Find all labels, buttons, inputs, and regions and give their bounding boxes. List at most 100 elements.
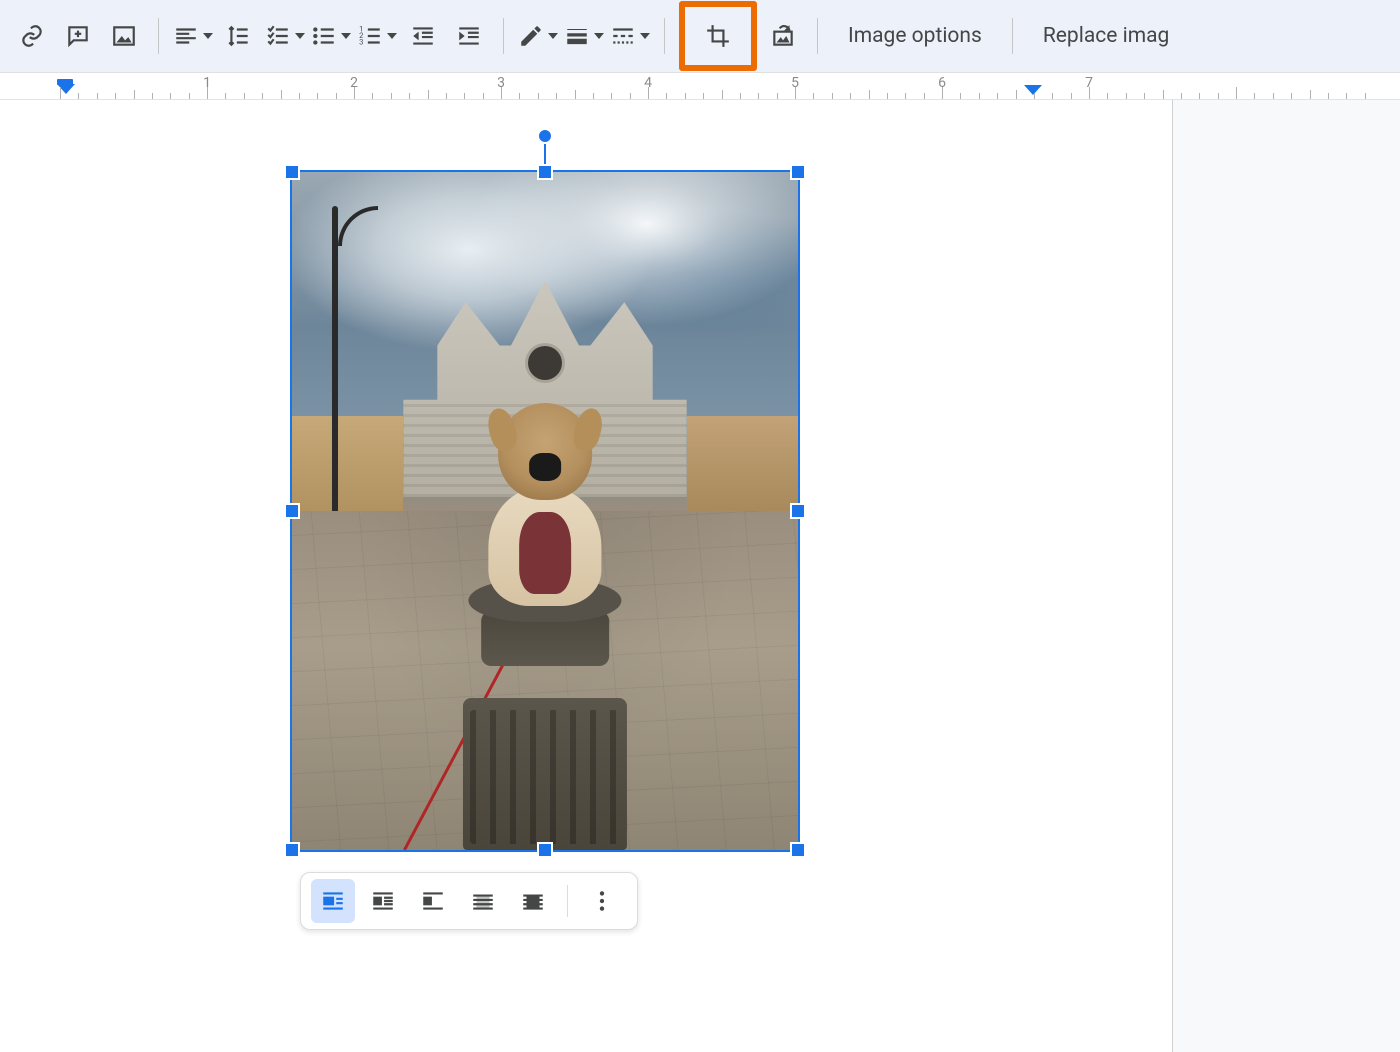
chevron-down-icon xyxy=(548,33,558,39)
line-spacing-button[interactable] xyxy=(217,14,261,58)
ruler-tick xyxy=(1181,93,1182,99)
resize-handle-l[interactable] xyxy=(284,503,300,519)
ruler-tick xyxy=(666,93,667,99)
ruler-number: 1 xyxy=(203,75,211,91)
ruler-tick xyxy=(464,93,465,99)
ruler-tick xyxy=(134,90,135,99)
more-layout-options-button[interactable] xyxy=(580,879,624,923)
ruler-tick xyxy=(758,93,759,99)
ruler-tick xyxy=(832,93,833,99)
ruler-tick xyxy=(740,93,741,99)
ruler-tick xyxy=(483,93,484,99)
wrap-text-icon xyxy=(370,888,396,914)
ruler-tick xyxy=(1236,87,1237,99)
ruler-tick xyxy=(170,93,171,99)
ruler-tick xyxy=(519,93,520,99)
resize-handle-b[interactable] xyxy=(537,842,553,858)
separator xyxy=(817,18,818,54)
ruler-tick xyxy=(1126,93,1127,99)
add-comment-button[interactable] xyxy=(56,14,100,58)
reset-image-icon xyxy=(770,23,796,49)
checklist-icon xyxy=(265,23,291,49)
ruler-tick xyxy=(189,93,190,99)
ruler-tick xyxy=(703,93,704,99)
wrap-front-button[interactable] xyxy=(511,879,555,923)
checklist-button[interactable] xyxy=(263,14,307,58)
wrap-behind-button[interactable] xyxy=(461,879,505,923)
ruler-tick xyxy=(409,93,410,99)
align-button[interactable] xyxy=(171,14,215,58)
ruler-tick xyxy=(1328,93,1329,99)
ruler-tick xyxy=(556,93,557,99)
wrap-break-button[interactable] xyxy=(411,879,455,923)
ruler-tick xyxy=(685,93,686,99)
ruler-tick xyxy=(1199,93,1200,99)
ruler-tick xyxy=(428,90,429,99)
ruler-tick xyxy=(538,93,539,99)
image-icon xyxy=(111,23,137,49)
ruler-tick xyxy=(960,93,961,99)
separator xyxy=(1012,18,1013,54)
image-options-button[interactable]: Image options xyxy=(830,14,1000,58)
image-content xyxy=(292,172,798,850)
ruler-tick xyxy=(1346,93,1347,99)
chevron-down-icon xyxy=(341,33,351,39)
insert-image-button[interactable] xyxy=(102,14,146,58)
insert-link-button[interactable] xyxy=(10,14,54,58)
decrease-indent-button[interactable] xyxy=(401,14,445,58)
ruler-tick xyxy=(1016,90,1017,99)
replace-image-button[interactable]: Replace imag xyxy=(1025,14,1187,58)
border-dash-icon xyxy=(610,23,636,49)
ruler-number: 2 xyxy=(350,75,358,91)
toolbar: 123 Image options Replace imag xyxy=(0,0,1400,72)
resize-handle-r[interactable] xyxy=(790,503,806,519)
increase-indent-button[interactable] xyxy=(447,14,491,58)
ruler-tick xyxy=(281,90,282,99)
selected-image[interactable] xyxy=(290,170,800,852)
resize-handle-tr[interactable] xyxy=(790,164,806,180)
crop-icon xyxy=(705,23,731,49)
page[interactable] xyxy=(0,100,1173,1052)
separator xyxy=(664,18,665,54)
ruler-number: 4 xyxy=(644,75,652,91)
chevron-down-icon xyxy=(203,33,213,39)
ruler-tick xyxy=(317,93,318,99)
decrease-indent-icon xyxy=(410,23,436,49)
ruler-tick xyxy=(1107,93,1108,99)
resize-handle-br[interactable] xyxy=(790,842,806,858)
reset-image-button[interactable] xyxy=(761,14,805,58)
crop-image-button[interactable] xyxy=(696,14,740,58)
svg-text:3: 3 xyxy=(359,38,363,47)
bulleted-list-button[interactable] xyxy=(309,14,353,58)
chevron-down-icon xyxy=(295,33,305,39)
ruler-tick xyxy=(225,93,226,99)
align-left-icon xyxy=(173,23,199,49)
resize-handle-t[interactable] xyxy=(537,164,553,180)
ruler-tick xyxy=(1291,93,1292,99)
border-color-button[interactable] xyxy=(516,14,560,58)
wrap-inline-button[interactable] xyxy=(311,879,355,923)
rotation-handle[interactable] xyxy=(537,128,553,144)
ruler-tick xyxy=(1310,90,1311,99)
ruler-tick xyxy=(372,93,373,99)
numbered-list-button[interactable]: 123 xyxy=(355,14,399,58)
bulleted-list-icon xyxy=(311,23,337,49)
resize-handle-tl[interactable] xyxy=(284,164,300,180)
wrap-behind-icon xyxy=(470,888,496,914)
ruler-tick xyxy=(850,93,851,99)
wrap-front-icon xyxy=(520,888,546,914)
ruler-tick xyxy=(813,93,814,99)
border-weight-button[interactable] xyxy=(562,14,606,58)
ruler-tick xyxy=(60,87,61,99)
ruler-tick xyxy=(1218,93,1219,99)
border-dash-button[interactable] xyxy=(608,14,652,58)
ruler-number: 7 xyxy=(1085,75,1093,91)
wrap-text-button[interactable] xyxy=(361,879,405,923)
wrap-inline-icon xyxy=(320,888,346,914)
crop-highlight xyxy=(679,1,757,71)
ruler-number: 3 xyxy=(497,75,505,91)
ruler[interactable]: 1234567 xyxy=(0,72,1400,100)
resize-handle-bl[interactable] xyxy=(284,842,300,858)
ruler-tick xyxy=(1071,93,1072,99)
ruler-tick xyxy=(97,93,98,99)
